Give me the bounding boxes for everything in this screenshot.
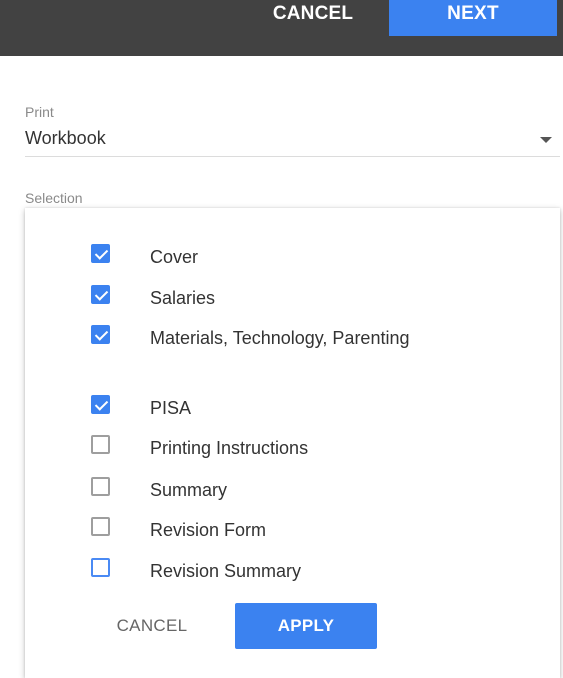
top-next-button[interactable]: NEXT bbox=[389, 0, 557, 36]
top-cancel-button[interactable]: CANCEL bbox=[258, 0, 368, 36]
cancel-button[interactable]: CANCEL bbox=[92, 603, 212, 649]
option-pisa[interactable]: PISA bbox=[91, 390, 531, 420]
option-label: Cover bbox=[150, 247, 199, 267]
option-label: Salaries bbox=[150, 288, 216, 308]
option-label: Printing Instructions bbox=[150, 438, 309, 458]
option-label: Revision Form bbox=[150, 520, 267, 540]
checkbox-unchecked-icon[interactable] bbox=[91, 517, 110, 536]
selection-dropdown: Cover Salaries Materials, Technology, Pa… bbox=[25, 208, 560, 678]
option-salaries[interactable]: Salaries bbox=[91, 280, 531, 310]
option-label: Materials, Technology, Parenting bbox=[150, 328, 410, 348]
checkbox-checked-icon[interactable] bbox=[91, 325, 110, 344]
checkbox-checked-icon[interactable] bbox=[91, 244, 110, 263]
option-summary[interactable]: Summary bbox=[91, 472, 531, 502]
option-cover[interactable]: Cover bbox=[91, 239, 531, 269]
dropdown-caret-icon bbox=[540, 137, 552, 143]
checkbox-unchecked-icon[interactable] bbox=[91, 558, 110, 577]
option-revision-summary[interactable]: Revision Summary bbox=[91, 553, 531, 583]
option-materials-technology-parenting[interactable]: Materials, Technology, Parenting bbox=[91, 320, 531, 378]
apply-button[interactable]: APPLY bbox=[235, 603, 377, 649]
checkbox-checked-icon[interactable] bbox=[91, 395, 110, 414]
selection-field-label: Selection bbox=[25, 190, 83, 206]
top-action-bar: CANCEL NEXT bbox=[0, 0, 563, 56]
print-field-label: Print bbox=[25, 104, 54, 120]
option-revision-form[interactable]: Revision Form bbox=[91, 512, 531, 542]
option-label: Summary bbox=[150, 480, 228, 500]
checkbox-unchecked-icon[interactable] bbox=[91, 477, 110, 496]
option-label: PISA bbox=[150, 398, 192, 418]
checkbox-checked-icon[interactable] bbox=[91, 285, 110, 304]
option-printing-instructions[interactable]: Printing Instructions bbox=[91, 430, 531, 460]
option-label: Revision Summary bbox=[150, 561, 302, 581]
checkbox-unchecked-icon[interactable] bbox=[91, 435, 110, 454]
print-select-value: Workbook bbox=[25, 128, 106, 148]
print-select[interactable]: Workbook bbox=[25, 120, 560, 157]
